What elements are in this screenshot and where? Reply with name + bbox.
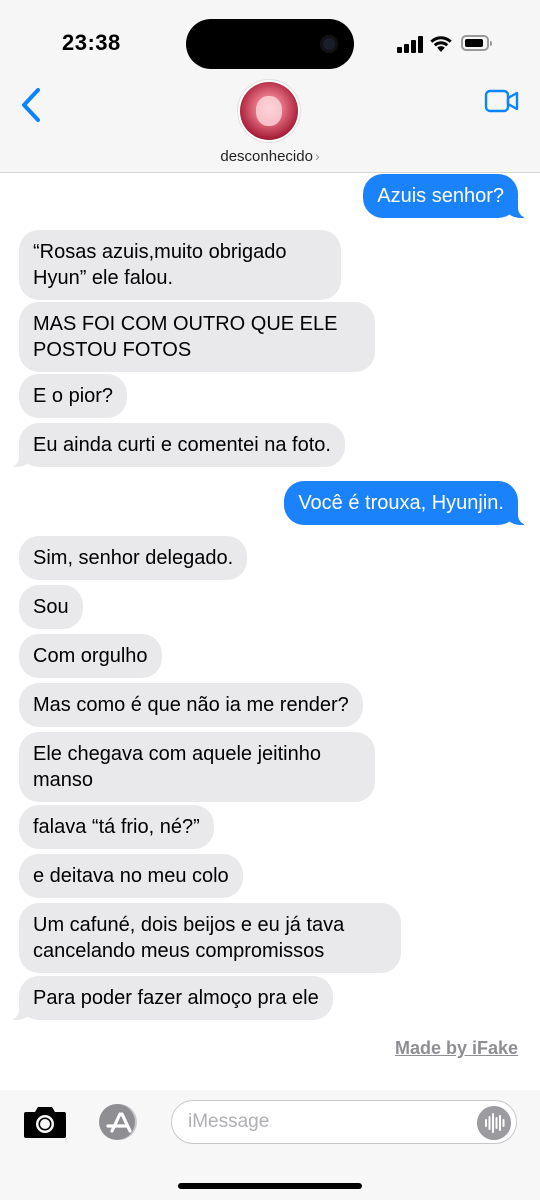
home-indicator[interactable] [178,1183,362,1189]
dynamic-island [186,19,354,69]
contact-name-button[interactable]: desconhecido › [0,148,540,165]
camera-icon[interactable] [22,1104,68,1140]
wifi-icon [430,36,452,52]
message-text: Azuis senhor? [377,185,504,207]
message-bubble-incoming[interactable]: “Rosas azuis,muito obrigado Hyun” ele fa… [19,230,341,300]
message-bubble-outgoing[interactable]: Você é trouxa, Hyunjin. [284,481,528,525]
message-bubble-incoming[interactable]: Eu ainda curti e comentei na foto. [9,423,345,467]
audio-waveform-icon[interactable] [477,1106,511,1140]
message-thread: Azuis senhor? “Rosas azuis,muito obrigad… [0,172,540,1092]
message-bubble-incoming[interactable]: MAS FOI COM OUTRO QUE ELE POSTOU FOTOS [19,302,375,372]
message-text: falava “tá frio, né?” [33,816,200,838]
message-bubble-incoming[interactable]: Sim, senhor delegado. [19,536,248,580]
message-text: Um cafuné, dois beijos e eu já tava canc… [33,914,345,962]
message-text: Para poder fazer almoço pra ele [33,987,319,1009]
message-bubble-outgoing[interactable]: Azuis senhor? [363,174,528,218]
chevron-right-icon: › [314,148,320,164]
message-text: Sou [33,596,69,618]
watermark: Made by iFake [394,1038,518,1058]
message-input[interactable] [171,1100,517,1144]
message-text: Sim, senhor delegado. [33,547,234,569]
message-bubble-incoming[interactable]: Ele chegava com aquele jeitinho manso [19,732,375,802]
app-store-icon[interactable] [94,1102,142,1142]
message-bubble-incoming[interactable]: falava “tá frio, né?” [19,805,214,849]
message-text: e deitava no meu colo [33,865,229,887]
video-camera-icon[interactable] [484,88,520,114]
message-text: E o pior? [33,385,114,407]
message-text: Eu ainda curti e comentei na foto. [33,434,331,456]
contact-name-label: desconhecido [220,148,313,165]
back-chevron-icon[interactable] [18,86,48,124]
message-bubble-incoming[interactable]: Para poder fazer almoço pra ele [9,976,333,1020]
message-bubble-incoming[interactable]: e deitava no meu colo [19,854,243,898]
status-bar: 23:38 [0,0,540,80]
message-bubble-incoming[interactable]: Mas como é que não ia me render? [19,683,363,727]
message-text: Com orgulho [33,645,148,667]
message-text: Mas como é que não ia me render? [33,694,349,716]
message-bubble-incoming[interactable]: Com orgulho [19,634,162,678]
message-bubble-incoming[interactable]: Sou [19,585,83,629]
message-text: MAS FOI COM OUTRO QUE ELE POSTOU FOTOS [33,313,338,361]
front-camera [320,35,338,53]
battery-icon [461,35,492,51]
cellular-signal-icon [397,35,425,53]
message-text: “Rosas azuis,muito obrigado Hyun” ele fa… [33,241,287,289]
message-bubble-incoming[interactable]: E o pior? [19,374,128,418]
message-bubble-incoming[interactable]: Um cafuné, dois beijos e eu já tava canc… [19,903,401,973]
status-time: 23:38 [62,30,121,55]
contact-avatar[interactable] [240,82,298,140]
message-text: Você é trouxa, Hyunjin. [298,492,504,514]
message-text: Ele chegava com aquele jeitinho manso [33,743,321,791]
